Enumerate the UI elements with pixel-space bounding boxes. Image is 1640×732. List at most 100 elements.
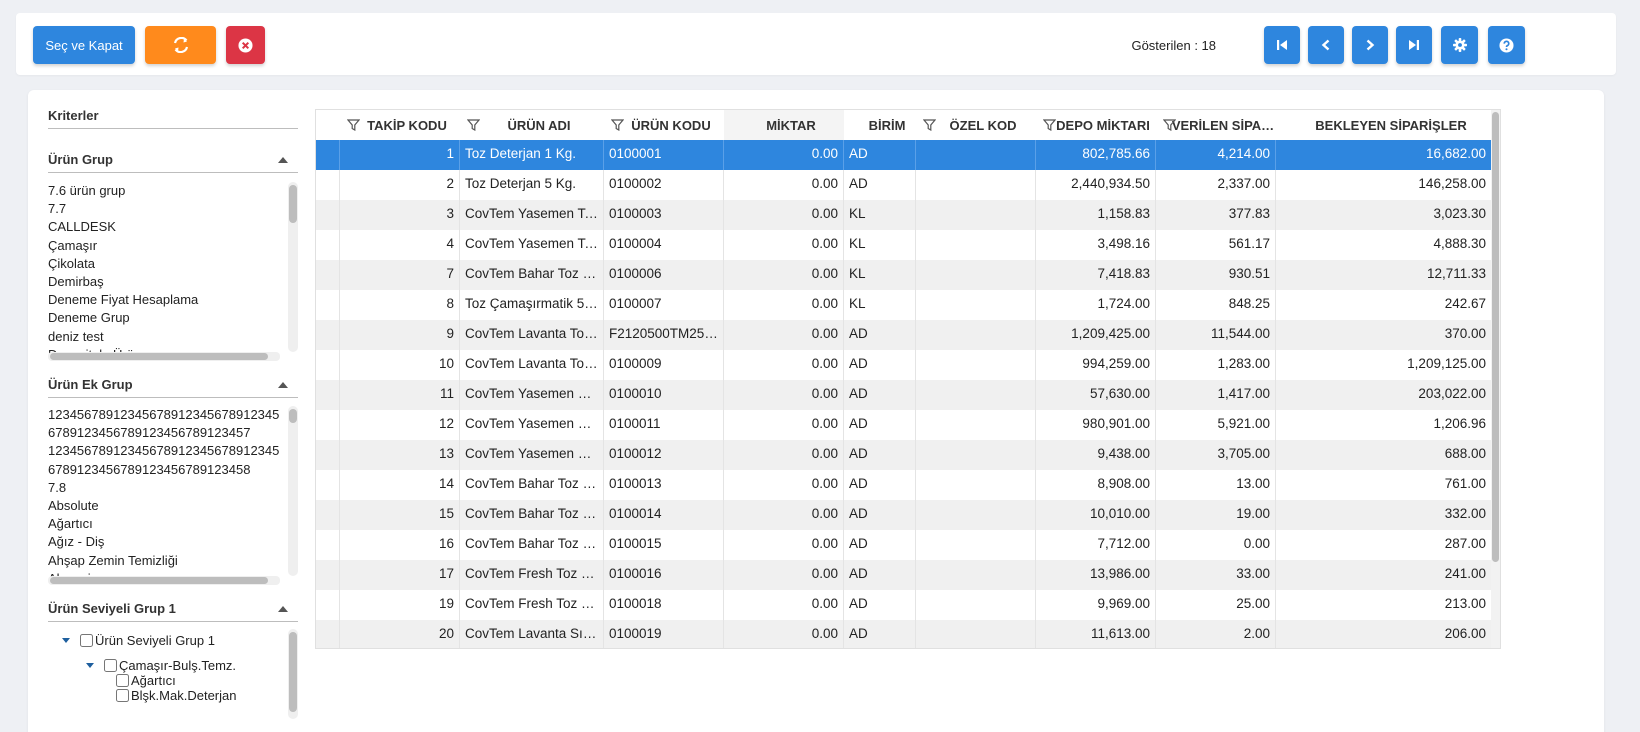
first-page-button[interactable] xyxy=(1264,26,1300,64)
product-ext-group-item[interactable]: Ağız - Diş xyxy=(48,533,298,551)
collapse-caret-icon[interactable] xyxy=(278,382,288,388)
table-row[interactable]: 8 Toz Çamaşırmatik 5 Kg 0100007 0.00 KL 1,724… xyxy=(316,290,1492,320)
product-group-vscroll[interactable] xyxy=(288,182,298,352)
row-selector[interactable] xyxy=(316,320,340,350)
col-header-stock-quantity[interactable]: DEPO MİKTARI xyxy=(1036,110,1156,140)
product-ext-group-item[interactable]: Ahşap Zemin Temizliği xyxy=(48,552,298,570)
table-row[interactable]: 14 CovTem Bahar Toz 3 Kg 0100013 0.00 AD 8,90… xyxy=(316,470,1492,500)
product-ext-group-vscroll[interactable] xyxy=(288,406,298,576)
table-row[interactable]: 2 Toz Deterjan 5 Kg. 0100002 0.00 AD 2,440,93… xyxy=(316,170,1492,200)
product-ext-group-item[interactable]: 12345678912345678912345678912345 xyxy=(48,406,298,424)
row-selector[interactable] xyxy=(316,260,340,290)
tree-checkbox[interactable] xyxy=(116,674,129,687)
product-group-item[interactable]: CALLDESK xyxy=(48,218,298,236)
table-row[interactable]: 1 Toz Deterjan 1 Kg. 0100001 0.00 AD 802,785.… xyxy=(316,140,1492,170)
filter-icon[interactable] xyxy=(1163,119,1176,131)
row-selector[interactable] xyxy=(316,500,340,530)
tree-node-child[interactable]: Çamaşır-Bulş.Temz. xyxy=(86,658,236,673)
table-row[interactable]: 17 CovTem Fresh Toz 1 Kg 0100016 0.00 AD 13,9… xyxy=(316,560,1492,590)
previous-page-button[interactable] xyxy=(1308,26,1344,64)
row-selector[interactable] xyxy=(316,140,340,170)
row-selector[interactable] xyxy=(316,530,340,560)
next-page-button[interactable] xyxy=(1352,26,1388,64)
table-row[interactable]: 11CovTem Yasemen Sıvı 1 L01000100.00AD 57… xyxy=(316,380,1492,410)
product-ext-group-item[interactable]: 6789123456789123456789123458 xyxy=(48,461,298,479)
row-selector[interactable] xyxy=(316,620,340,648)
product-ext-group-header[interactable]: Ürün Ek Grup xyxy=(48,377,298,398)
row-selector[interactable] xyxy=(316,560,340,590)
table-row[interactable]: 3CovTem Yasemen Toz 1 Kg01000030.00KL 1,1… xyxy=(316,200,1492,230)
tree-checkbox[interactable] xyxy=(116,689,129,702)
product-ext-group-hscroll[interactable] xyxy=(48,576,280,585)
refresh-button[interactable] xyxy=(145,26,216,64)
product-group-hscroll[interactable] xyxy=(48,352,280,361)
row-selector[interactable] xyxy=(316,350,340,380)
row-selector[interactable] xyxy=(316,230,340,260)
row-selector[interactable] xyxy=(316,470,340,500)
select-close-button[interactable]: Seç ve Kapat xyxy=(33,26,135,64)
filter-icon[interactable] xyxy=(611,119,624,131)
col-header-product-code[interactable]: ÜRÜN KODU xyxy=(604,110,724,140)
table-row[interactable]: 16 CovTem Bahar Toz 9 Kg 0100015 0.00 AD 7,71… xyxy=(316,530,1492,560)
settings-button[interactable] xyxy=(1441,26,1478,64)
product-ext-group-item[interactable]: Ağartıcı xyxy=(48,515,298,533)
product-ext-group-item[interactable]: 12345678912345678912345678912345 xyxy=(48,442,298,460)
col-header-pending-orders[interactable]: BEKLEYEN SİPARİŞLER xyxy=(1276,110,1492,140)
table-row[interactable]: 13CovTem Yasemen Sıvı 5 L01000120.00AD 9,… xyxy=(316,440,1492,470)
product-group-header[interactable]: Ürün Grup xyxy=(48,152,298,173)
tree-expand-icon[interactable] xyxy=(62,638,70,643)
tree-checkbox[interactable] xyxy=(104,659,117,672)
table-row[interactable]: 12CovTem Yasemen Sıvı 3 L01000110.00AD 98… xyxy=(316,410,1492,440)
row-selector[interactable] xyxy=(316,380,340,410)
row-selector[interactable] xyxy=(316,170,340,200)
product-ext-group-item[interactable]: 7.8 xyxy=(48,479,298,497)
tree-expand-icon[interactable] xyxy=(86,663,94,668)
table-row[interactable]: 4CovTem Yasemen Toz 5 Kg01000040.00KL 3,4… xyxy=(316,230,1492,260)
tree-vscroll[interactable] xyxy=(288,629,298,719)
filter-icon[interactable] xyxy=(1043,119,1056,131)
row-selector[interactable] xyxy=(316,290,340,320)
col-header-given-orders[interactable]: VERİLEN SİPA… xyxy=(1156,110,1276,140)
table-cell: 57,630.00 xyxy=(1036,380,1156,410)
tree-checkbox[interactable] xyxy=(80,634,93,647)
product-group-item[interactable]: deniz test xyxy=(48,328,298,346)
help-button[interactable] xyxy=(1488,26,1525,64)
collapse-caret-icon[interactable] xyxy=(278,606,288,612)
filter-icon[interactable] xyxy=(467,119,480,131)
product-group-item[interactable]: 7.6 ürün grup xyxy=(48,182,298,200)
col-header-product-name[interactable]: ÜRÜN ADI xyxy=(460,110,604,140)
col-header-quantity[interactable]: MİKTAR xyxy=(724,110,844,140)
table-row[interactable]: 19 CovTem Fresh Toz 5 Kg 0100018 0.00 AD 9,96… xyxy=(316,590,1492,620)
table-row[interactable]: 20 CovTem Lavanta Sıvı 1 L 0100019 0.00 AD 11… xyxy=(316,620,1492,648)
row-selector[interactable] xyxy=(316,590,340,620)
product-level-group-header[interactable]: Ürün Seviyeli Grup 1 xyxy=(48,601,298,622)
tree-node-root[interactable]: Ürün Seviyeli Grup 1 xyxy=(62,633,215,648)
product-group-item[interactable]: 7.7 xyxy=(48,200,298,218)
row-selector[interactable] xyxy=(316,200,340,230)
table-cell: 0.00 xyxy=(724,230,844,260)
product-group-item[interactable]: Deneme Fiyat Hesaplama xyxy=(48,291,298,309)
table-row[interactable]: 10CovTem Lavanta Toz 5 Kg01000090.00AD 99… xyxy=(316,350,1492,380)
product-ext-group-item[interactable]: Absolute xyxy=(48,497,298,515)
filter-icon[interactable] xyxy=(923,119,936,131)
col-header-special-code[interactable]: ÖZEL KOD xyxy=(916,110,1036,140)
col-header-unit[interactable]: BİRİM xyxy=(844,110,916,140)
table-row[interactable]: 7 CovTem Bahar Toz 1 Kg 0100006 0.00 KL 7,418… xyxy=(316,260,1492,290)
tree-node-leaf[interactable]: Blşk.Mak.Deterjan xyxy=(116,688,236,703)
product-group-item[interactable]: Deneme Grup xyxy=(48,309,298,327)
product-group-item[interactable]: Demirbaş xyxy=(48,273,298,291)
filter-icon[interactable] xyxy=(347,119,360,131)
table-row[interactable]: 15 CovTem Bahar Toz 6 Kg 0100014 0.00 AD 10,0… xyxy=(316,500,1492,530)
row-selector[interactable] xyxy=(316,410,340,440)
last-page-button[interactable] xyxy=(1396,26,1432,64)
row-selector[interactable] xyxy=(316,440,340,470)
col-header-tracking-code[interactable]: TAKİP KODU xyxy=(340,110,460,140)
product-group-item[interactable]: Çamaşır xyxy=(48,237,298,255)
product-group-item[interactable]: Çikolata xyxy=(48,255,298,273)
collapse-caret-icon[interactable] xyxy=(278,157,288,163)
close-button[interactable] xyxy=(226,26,265,64)
table-row[interactable]: 9CovTem Lavanta Toz 1 KgF2120500TM25000.… xyxy=(316,320,1492,350)
product-ext-group-item[interactable]: 6789123456789123456789123457 xyxy=(48,424,298,442)
tree-node-leaf[interactable]: Ağartıcı xyxy=(116,673,176,688)
grid-vscroll[interactable] xyxy=(1491,110,1500,648)
